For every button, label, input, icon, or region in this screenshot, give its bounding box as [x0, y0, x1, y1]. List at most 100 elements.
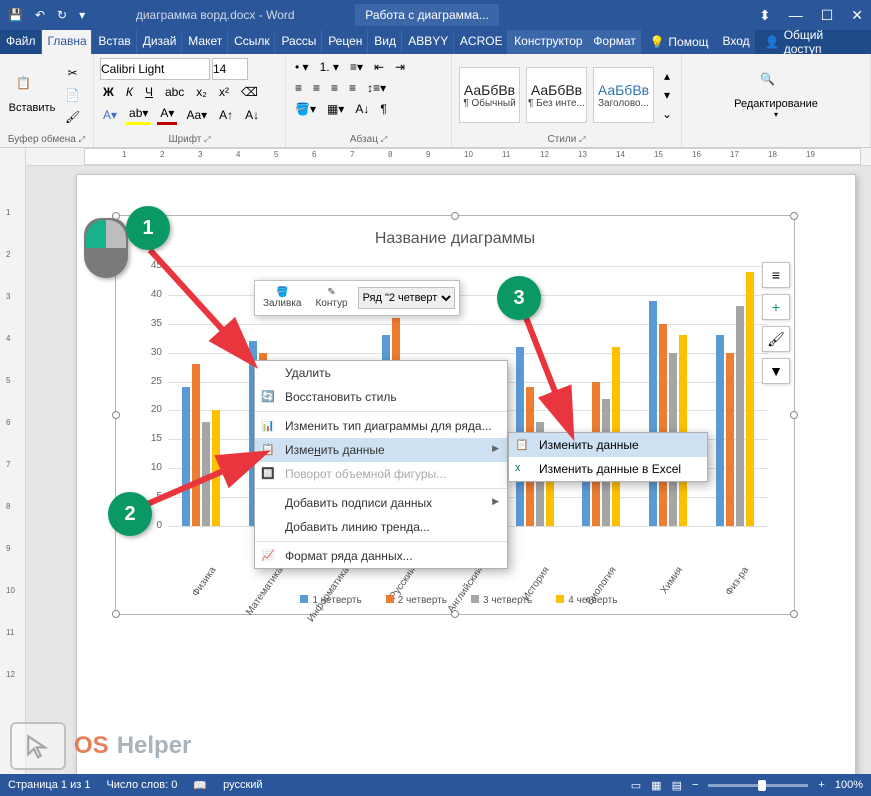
- ctx-change-chart-type[interactable]: 📊Изменить тип диаграммы для ряда...: [255, 414, 507, 438]
- line-spacing-icon[interactable]: ↕≡▾: [364, 79, 389, 97]
- bar-Химия-2 четверть[interactable]: [659, 324, 667, 526]
- bold-button[interactable]: Ж: [100, 83, 117, 101]
- copy-icon[interactable]: 📄: [62, 86, 83, 104]
- show-marks-icon[interactable]: ¶: [377, 100, 389, 118]
- cut-icon[interactable]: ✂: [62, 64, 83, 82]
- highlight-icon[interactable]: ab▾: [126, 104, 151, 125]
- tab-chart-format[interactable]: Формат: [587, 30, 641, 54]
- tell-me[interactable]: 💡 Помощ: [641, 30, 716, 54]
- shrink-font-icon[interactable]: A↓: [242, 104, 262, 125]
- underline-button[interactable]: Ч: [142, 83, 156, 101]
- save-icon[interactable]: 💾: [8, 8, 23, 22]
- status-word-count[interactable]: Число слов: 0: [106, 779, 177, 791]
- format-painter-icon[interactable]: 🖌: [62, 108, 83, 126]
- tab-review[interactable]: Рецен: [322, 30, 368, 54]
- chart-styles-button[interactable]: 🖌: [762, 326, 790, 352]
- shading-icon[interactable]: 🪣▾: [292, 100, 319, 118]
- maximize-icon[interactable]: ☐: [821, 7, 834, 24]
- editing-dropdown[interactable]: 🔍 Редактирование ▾: [750, 72, 802, 119]
- status-page[interactable]: Страница 1 из 1: [8, 779, 90, 791]
- bar-Физ-ра-3 четверть[interactable]: [736, 306, 744, 526]
- style-heading1[interactable]: АаБбВвЗаголово...: [593, 67, 654, 123]
- shape-fill-button[interactable]: 🪣Заливка: [259, 285, 306, 311]
- minimize-icon[interactable]: —: [789, 7, 803, 24]
- status-language[interactable]: русский: [223, 779, 262, 791]
- tab-file[interactable]: Файл: [0, 30, 42, 54]
- font-size-select[interactable]: [212, 58, 248, 80]
- tab-abbyy[interactable]: ABBYY: [402, 30, 454, 54]
- legend-item[interactable]: 3 четверть: [463, 595, 532, 606]
- bar-Физика-3 четверть[interactable]: [202, 422, 210, 526]
- style-normal[interactable]: АаБбВв¶ Обычный: [459, 67, 520, 123]
- numbering-icon[interactable]: 1. ▾: [317, 58, 342, 76]
- font-name-select[interactable]: [100, 58, 210, 80]
- series-selector[interactable]: Ряд "2 четверт: [358, 287, 455, 309]
- align-center-icon[interactable]: ≡: [310, 79, 323, 97]
- change-case-icon[interactable]: Aa▾: [183, 104, 210, 125]
- chart-add-element-button[interactable]: +: [762, 294, 790, 320]
- share-button[interactable]: 👤 Общий доступ: [755, 30, 871, 54]
- bar-Химия-4 четверть[interactable]: [679, 335, 687, 526]
- bar-Физ-ра-4 четверть[interactable]: [746, 272, 754, 526]
- superscript-button[interactable]: x²: [216, 83, 232, 101]
- chart-legend[interactable]: 1 четверть 2 четверть 3 четверть 4 четверть: [116, 595, 794, 606]
- tab-chart-design[interactable]: Конструктор: [508, 30, 587, 54]
- tab-home[interactable]: Главна: [42, 30, 93, 54]
- ribbon-collapse-icon[interactable]: ⬍: [759, 7, 771, 24]
- multilevel-icon[interactable]: ≡▾: [347, 58, 366, 76]
- sub-edit-data[interactable]: 📋Изменить данные: [509, 433, 707, 457]
- chart-layouts-button[interactable]: ≡: [762, 262, 790, 288]
- legend-item[interactable]: 2 четверть: [378, 595, 447, 606]
- bullets-icon[interactable]: • ▾: [292, 58, 312, 76]
- bar-Химия-1 четверть[interactable]: [649, 301, 657, 526]
- text-effects-icon[interactable]: A▾: [100, 104, 120, 125]
- bar-Физика-4 четверть[interactable]: [212, 410, 220, 526]
- tab-references[interactable]: Ссылк: [228, 30, 275, 54]
- style-nospacing[interactable]: АаБбВв¶ Без инте...: [526, 67, 587, 123]
- decrease-indent-icon[interactable]: ⇤: [371, 58, 387, 76]
- ctx-add-data-labels[interactable]: Добавить подписи данных: [255, 491, 507, 515]
- clear-format-icon[interactable]: ⌫: [238, 83, 261, 101]
- view-web-icon[interactable]: ▤: [672, 779, 682, 792]
- tab-acrobat[interactable]: ACROE: [454, 30, 508, 54]
- shape-outline-button[interactable]: ✎Контур: [312, 285, 352, 311]
- styles-down-icon[interactable]: ▾: [659, 86, 675, 104]
- sub-edit-data-excel[interactable]: xИзменить данные в Excel: [509, 457, 707, 481]
- sort-icon[interactable]: A↓: [352, 100, 372, 118]
- tab-design[interactable]: Дизай: [137, 30, 183, 54]
- justify-icon[interactable]: ≡: [346, 79, 359, 97]
- ctx-add-trendline[interactable]: Добавить линию тренда...: [255, 515, 507, 539]
- ctx-delete[interactable]: Удалить: [255, 361, 507, 385]
- tab-layout[interactable]: Макет: [182, 30, 228, 54]
- bar-Физика-2 четверть[interactable]: [192, 364, 200, 526]
- ctx-reset-style[interactable]: 🔄Восстановить стиль: [255, 385, 507, 409]
- chart-title[interactable]: Название диаграммы: [116, 216, 794, 248]
- undo-icon[interactable]: ↶: [35, 8, 45, 22]
- styles-up-icon[interactable]: ▴: [659, 67, 675, 85]
- legend-item[interactable]: 4 четверть: [548, 595, 617, 606]
- view-print-icon[interactable]: ▦: [651, 779, 661, 792]
- ctx-format-series[interactable]: 📈Формат ряда данных...: [255, 544, 507, 568]
- bar-Физ-ра-1 четверть[interactable]: [716, 335, 724, 526]
- legend-item[interactable]: 1 четверть: [292, 595, 361, 606]
- borders-icon[interactable]: ▦▾: [324, 100, 347, 118]
- bar-Физика-1 четверть[interactable]: [182, 387, 190, 526]
- align-right-icon[interactable]: ≡: [328, 79, 341, 97]
- tab-insert[interactable]: Встав: [92, 30, 136, 54]
- tab-view[interactable]: Вид: [368, 30, 402, 54]
- zoom-out-icon[interactable]: −: [692, 779, 698, 791]
- paste-button[interactable]: 📋 Вставить: [6, 76, 58, 114]
- view-read-icon[interactable]: ▭: [631, 779, 641, 792]
- align-left-icon[interactable]: ≡: [292, 79, 305, 97]
- ctx-edit-data[interactable]: 📋Изменить данные: [255, 438, 507, 462]
- redo-icon[interactable]: ↻: [57, 8, 67, 22]
- chart-filter-button[interactable]: ▼: [762, 358, 790, 384]
- italic-button[interactable]: К: [123, 83, 136, 101]
- styles-more-icon[interactable]: ⌄: [659, 105, 675, 123]
- bar-Физ-ра-2 четверть[interactable]: [726, 353, 734, 526]
- tab-mailings[interactable]: Рассы: [275, 30, 322, 54]
- status-spellcheck-icon[interactable]: 📖: [193, 779, 207, 792]
- close-icon[interactable]: ✕: [851, 7, 863, 24]
- font-color-icon[interactable]: A▾: [157, 104, 177, 125]
- login-link[interactable]: Вход: [717, 30, 755, 54]
